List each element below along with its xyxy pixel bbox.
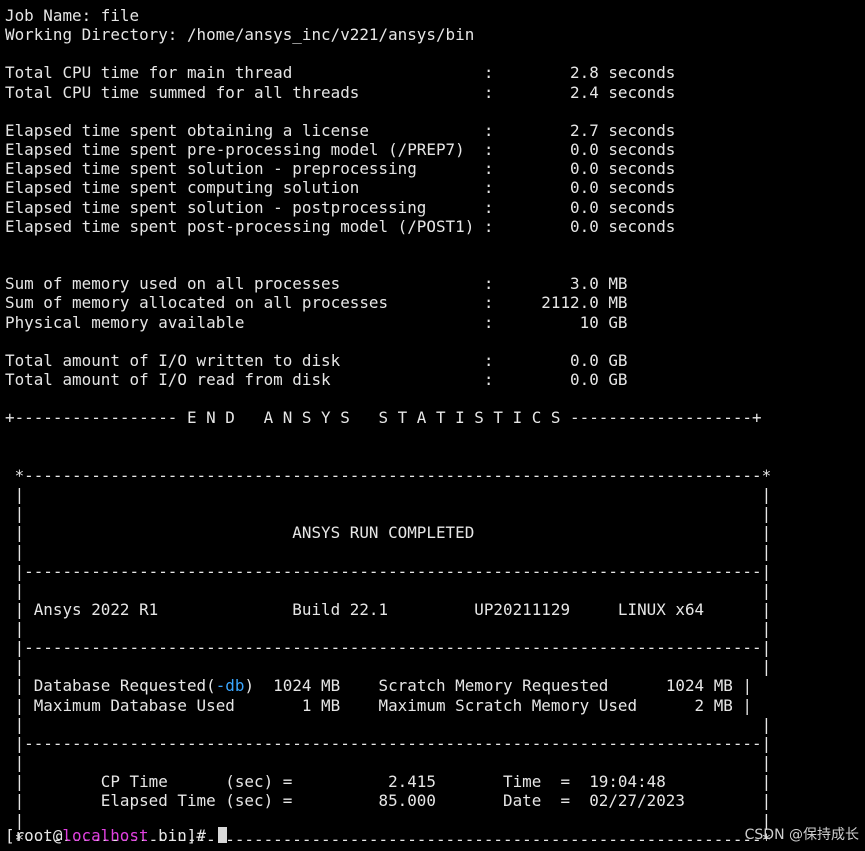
memory-allocated-line: Sum of memory allocated on all processes…	[5, 293, 628, 313]
db-requested-prefix: | Database Requested(	[5, 676, 216, 696]
io-read-line: Total amount of I/O read from disk : 0.0…	[5, 369, 628, 389]
elapsed-license-line: Elapsed time spent obtaining a license :…	[5, 120, 676, 140]
prompt-hostname: localhost	[62, 826, 149, 845]
summary-box-version: | Ansys 2022 R1 Build 22.1 UP20211129 LI…	[5, 599, 772, 619]
summary-box-empty: | |	[5, 542, 772, 562]
summary-box-elapsed-time: | Elapsed Time (sec) = 85.000 Date = 02/…	[5, 791, 772, 811]
statistics-footer-line: +----------------- E N D A N S Y S S T A…	[5, 408, 762, 428]
io-written-line: Total amount of I/O written to disk : 0.…	[5, 350, 628, 370]
text-cursor[interactable]	[217, 827, 227, 843]
prompt-open: [root@	[5, 826, 63, 845]
summary-box-divider: |---------------------------------------…	[5, 733, 772, 753]
summary-box-top: *---------------------------------------…	[5, 465, 772, 485]
summary-box-empty: | |	[5, 504, 772, 524]
summary-box-empty: | |	[5, 753, 772, 773]
summary-box-title: | ANSYS RUN COMPLETED |	[5, 523, 772, 543]
summary-box-empty: | |	[5, 484, 772, 504]
summary-box-db-requested: | Database Requested(-db) 1024 MB Scratc…	[5, 676, 752, 695]
physical-memory-line: Physical memory available : 10 GB	[5, 312, 628, 332]
memory-used-line: Sum of memory used on all processes : 3.…	[5, 274, 628, 294]
cpu-all-threads-line: Total CPU time summed for all threads : …	[5, 82, 676, 102]
summary-box-divider: |---------------------------------------…	[5, 638, 772, 658]
summary-box-divider: |---------------------------------------…	[5, 561, 772, 581]
elapsed-prep7-line: Elapsed time spent pre-processing model …	[5, 140, 676, 160]
cpu-main-thread-line: Total CPU time for main thread : 2.8 sec…	[5, 63, 676, 83]
elapsed-computing-line: Elapsed time spent computing solution : …	[5, 178, 676, 198]
prompt-rest: bin]#	[148, 826, 206, 845]
elapsed-solution-pre-line: Elapsed time spent solution - preprocess…	[5, 159, 676, 179]
summary-box-empty: | |	[5, 580, 772, 600]
shell-prompt[interactable]: [root@localhost bin]#	[5, 826, 227, 845]
elapsed-solution-post-line: Elapsed time spent solution - postproces…	[5, 197, 676, 217]
job-name-line: Job Name: file	[5, 6, 140, 25]
db-requested-suffix: ) 1024 MB Scratch Memory Requested 1024 …	[244, 676, 753, 696]
summary-box-empty: | |	[5, 714, 772, 734]
terminal-output: Job Name: file Working Directory: /home/…	[5, 6, 860, 849]
summary-box-empty: | |	[5, 619, 772, 638]
summary-box-empty: | |	[5, 657, 772, 677]
elapsed-post1-line: Elapsed time spent post-processing model…	[5, 216, 676, 236]
summary-box-db-used: | Maximum Database Used 1 MB Maximum Scr…	[5, 695, 753, 715]
db-flag: -db	[215, 676, 245, 696]
summary-box-cp-time: | CP Time (sec) = 2.415 Time = 19:04:48 …	[5, 772, 772, 792]
working-directory-line: Working Directory: /home/ansys_inc/v221/…	[5, 25, 475, 45]
terminal-window[interactable]: Job Name: file Working Directory: /home/…	[5, 6, 860, 849]
csdn-watermark: CSDN @保持成长	[744, 827, 859, 843]
